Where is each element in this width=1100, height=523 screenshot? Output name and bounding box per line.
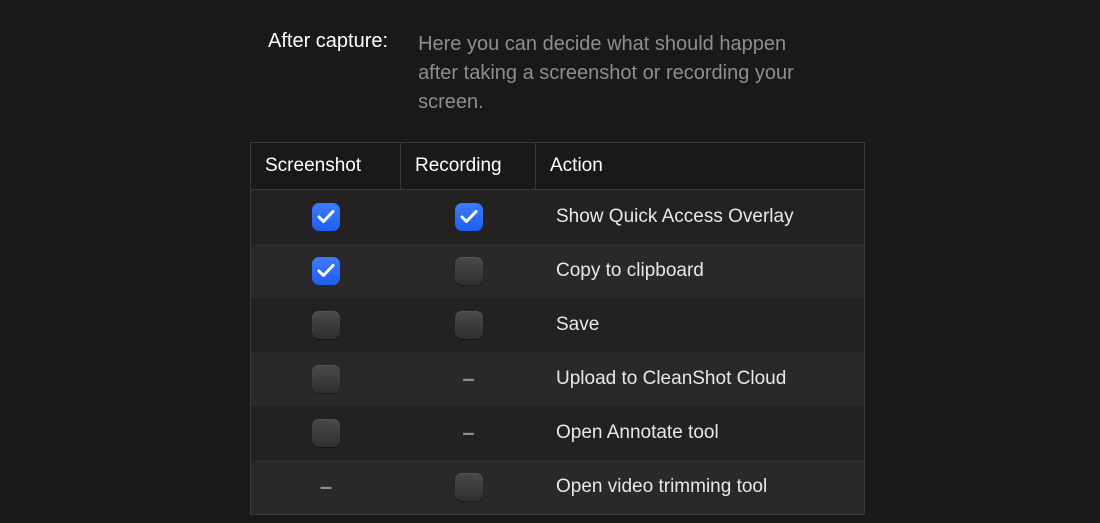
- not-applicable-icon: –: [312, 476, 340, 498]
- cell-action: Show Quick Access Overlay: [536, 206, 864, 228]
- column-header-action: Action: [536, 143, 864, 189]
- cell-recording: [401, 311, 536, 339]
- checkbox-recording[interactable]: [455, 257, 483, 285]
- action-label: Save: [556, 314, 599, 336]
- cell-screenshot: [251, 365, 401, 393]
- action-label: Open video trimming tool: [556, 476, 767, 498]
- cell-action: Copy to clipboard: [536, 260, 864, 282]
- cell-recording: [401, 473, 536, 501]
- table-header: Screenshot Recording Action: [251, 143, 864, 190]
- cell-recording: –: [401, 368, 536, 390]
- cell-action: Upload to CleanShot Cloud: [536, 368, 864, 390]
- cell-recording: [401, 257, 536, 285]
- table-row: Copy to clipboard: [251, 244, 864, 298]
- section-label: After capture:: [268, 30, 388, 53]
- not-applicable-icon: –: [455, 368, 483, 390]
- action-label: Copy to clipboard: [556, 260, 704, 282]
- cell-screenshot: [251, 311, 401, 339]
- column-header-screenshot: Screenshot: [251, 143, 401, 189]
- table-row: – Upload to CleanShot Cloud: [251, 352, 864, 406]
- checkbox-screenshot[interactable]: [312, 311, 340, 339]
- table-row: – Open video trimming tool: [251, 460, 864, 514]
- check-icon: [317, 209, 335, 225]
- not-applicable-icon: –: [455, 422, 483, 444]
- table-row: Show Quick Access Overlay: [251, 190, 864, 244]
- cell-screenshot: [251, 203, 401, 231]
- table-row: – Open Annotate tool: [251, 406, 864, 460]
- checkbox-screenshot[interactable]: [312, 365, 340, 393]
- table-row: Save: [251, 298, 864, 352]
- checkbox-recording[interactable]: [455, 311, 483, 339]
- checkbox-recording[interactable]: [455, 203, 483, 231]
- cell-screenshot: –: [251, 476, 401, 498]
- after-capture-table: Screenshot Recording Action Show Quick A…: [250, 142, 865, 515]
- cell-screenshot: [251, 257, 401, 285]
- checkbox-screenshot[interactable]: [312, 257, 340, 285]
- cell-recording: –: [401, 422, 536, 444]
- action-label: Show Quick Access Overlay: [556, 206, 794, 228]
- cell-action: Save: [536, 314, 864, 336]
- column-header-recording: Recording: [401, 143, 536, 189]
- cell-recording: [401, 203, 536, 231]
- checkbox-screenshot[interactable]: [312, 203, 340, 231]
- action-label: Open Annotate tool: [556, 422, 719, 444]
- cell-action: Open Annotate tool: [536, 422, 864, 444]
- check-icon: [460, 209, 478, 225]
- cell-action: Open video trimming tool: [536, 476, 864, 498]
- cell-screenshot: [251, 419, 401, 447]
- action-label: Upload to CleanShot Cloud: [556, 368, 786, 390]
- checkbox-recording[interactable]: [455, 473, 483, 501]
- checkbox-screenshot[interactable]: [312, 419, 340, 447]
- check-icon: [317, 263, 335, 279]
- section-description: Here you can decide what should happen a…: [418, 30, 818, 117]
